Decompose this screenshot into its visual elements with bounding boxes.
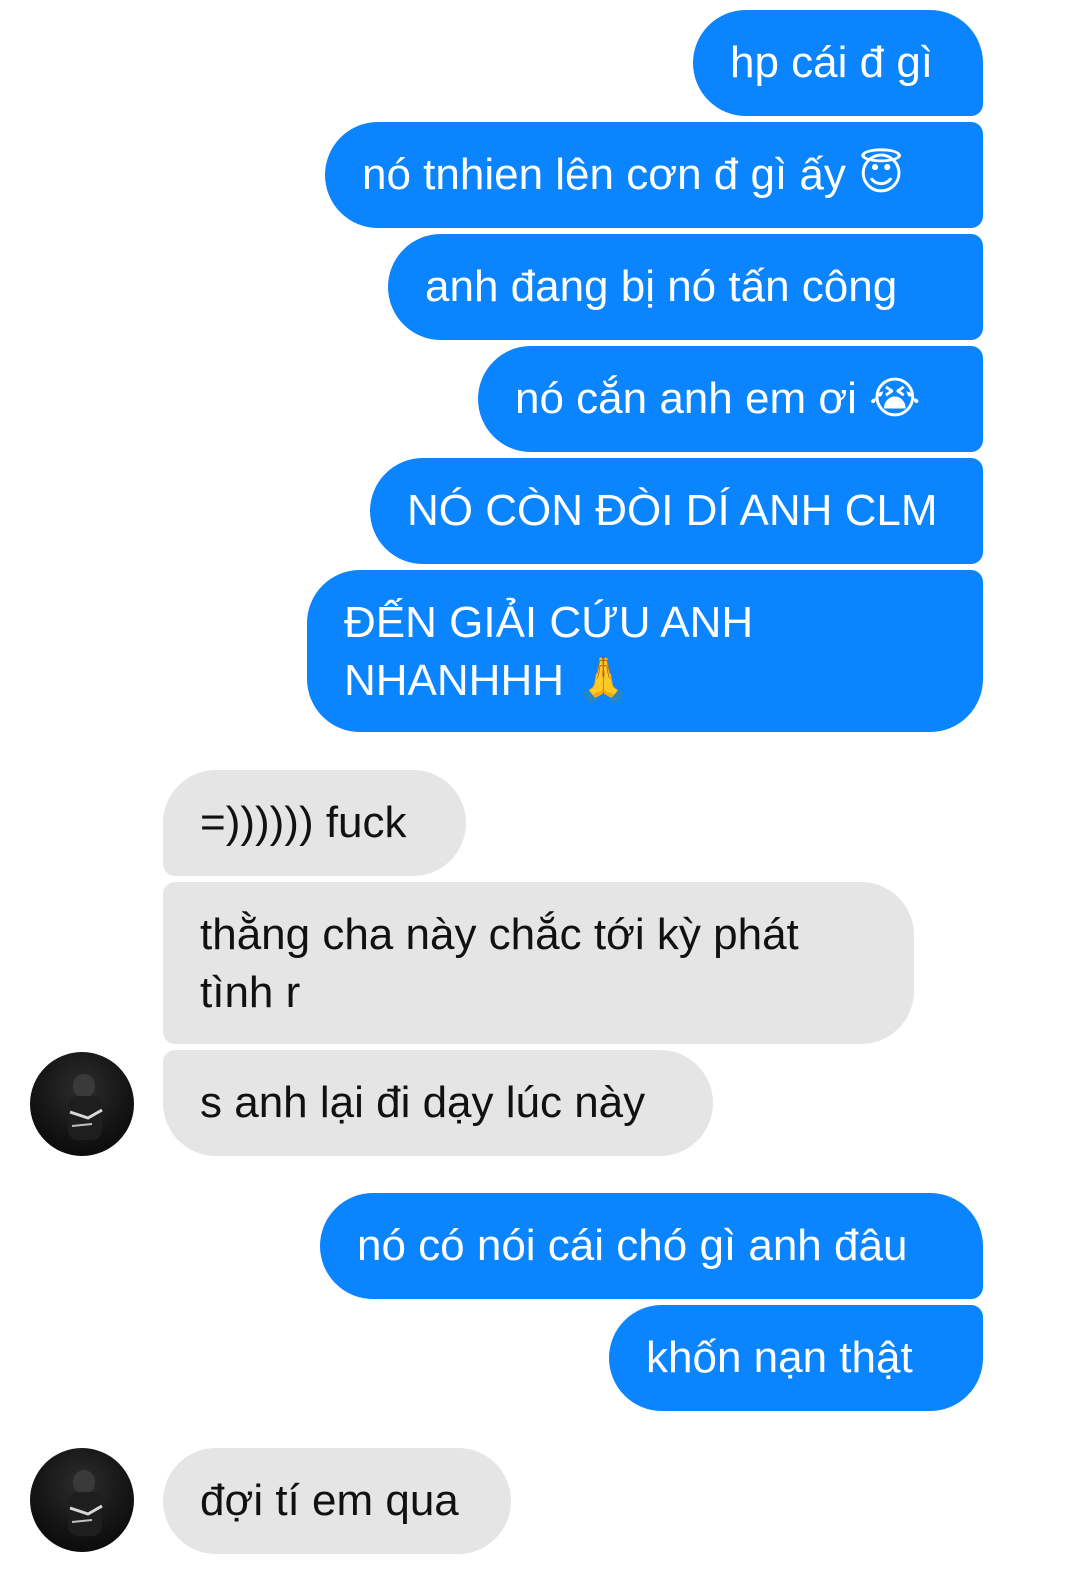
outgoing-message-bubble[interactable]: nó cắn anh em ơi 😭 xyxy=(478,346,983,452)
avatar-figure-icon xyxy=(68,1470,103,1536)
contact-avatar[interactable] xyxy=(30,1052,134,1156)
chat-thread: hp cái đ gì nó tnhien lên cơn đ gì ấy 😇 … xyxy=(0,0,1080,1579)
outgoing-message-bubble[interactable]: ĐẾN GIẢI CỨU ANH NHANHHH 🙏 xyxy=(307,570,983,732)
outgoing-message-bubble[interactable]: anh đang bị nó tấn công xyxy=(388,234,983,340)
avatar-figure-icon xyxy=(68,1074,103,1140)
outgoing-message-bubble[interactable]: NÓ CÒN ĐÒI DÍ ANH CLM xyxy=(370,458,983,564)
incoming-message-bubble[interactable]: =)))))) fuck xyxy=(163,770,466,876)
outgoing-message-bubble[interactable]: hp cái đ gì xyxy=(693,10,983,116)
incoming-message-bubble[interactable]: đợi tí em qua xyxy=(163,1448,511,1554)
outgoing-message-bubble[interactable]: nó tnhien lên cơn đ gì ấy 😇 xyxy=(325,122,983,228)
contact-avatar[interactable] xyxy=(30,1448,134,1552)
outgoing-message-bubble[interactable]: nó có nói cái chó gì anh đâu xyxy=(320,1193,983,1299)
incoming-message-bubble[interactable]: thằng cha này chắc tới kỳ phát tình r xyxy=(163,882,914,1044)
incoming-message-bubble[interactable]: s anh lại đi dạy lúc này xyxy=(163,1050,713,1156)
outgoing-message-bubble[interactable]: khốn nạn thật xyxy=(609,1305,983,1411)
